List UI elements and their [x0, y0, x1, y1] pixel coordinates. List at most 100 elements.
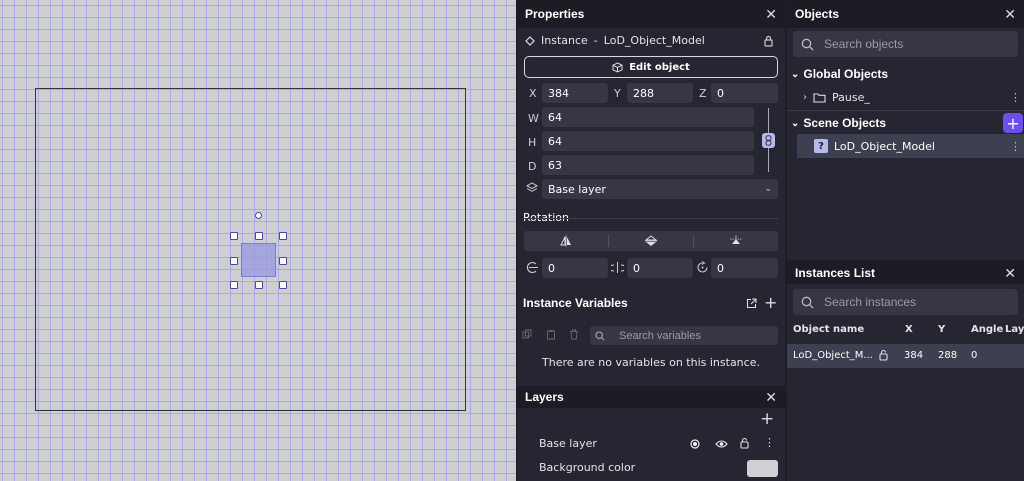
search-variables-input[interactable]: Search variables	[590, 326, 778, 345]
object-item-pause[interactable]: › Pause_	[803, 91, 870, 104]
chevron-down-icon: ⌄	[764, 184, 772, 194]
add-variable-button[interactable]: +	[764, 293, 777, 312]
scene-objects-group[interactable]: ⌄ Scene Objects	[791, 116, 886, 130]
x-field[interactable]: 384	[542, 83, 608, 103]
resize-handle-sw[interactable]	[230, 281, 238, 289]
search-objects-input[interactable]: Search objects	[793, 31, 1018, 57]
column-header-layer[interactable]: Laye	[1005, 324, 1024, 335]
edit-object-button[interactable]: Edit object	[524, 56, 778, 78]
y-field[interactable]: 288	[627, 83, 693, 103]
objects-divider	[787, 110, 1024, 111]
resize-handle-se[interactable]	[279, 281, 287, 289]
resize-handle-e[interactable]	[279, 257, 287, 265]
h-label: H	[528, 136, 537, 149]
object-menu-icon[interactable]: ⋮	[1010, 91, 1021, 104]
resize-handle-w[interactable]	[230, 257, 238, 265]
eye-icon[interactable]	[715, 439, 728, 449]
object-item-lod-model[interactable]: ? LoD_Object_Model	[797, 134, 1024, 158]
properties-title: Properties	[525, 7, 585, 21]
y-label: Y	[614, 87, 621, 100]
trash-icon[interactable]	[569, 329, 579, 340]
resize-handle-nw[interactable]	[230, 232, 238, 240]
instances-list-title: Instances List	[795, 266, 876, 280]
search-variables-placeholder: Search variables	[619, 329, 701, 342]
layers-icon	[526, 182, 538, 194]
rotation-y-field[interactable]: 0	[627, 258, 693, 278]
z-label: Z	[699, 87, 707, 100]
z-field[interactable]: 0	[711, 83, 778, 103]
flip-horizontal-button[interactable]	[524, 235, 609, 247]
layer-select-value: Base layer	[548, 182, 606, 196]
global-objects-label: Global Objects	[803, 67, 889, 81]
flip-depth-button[interactable]	[694, 231, 778, 251]
instance-object-name: LoD_Object_Model	[603, 34, 705, 47]
open-external-icon[interactable]	[746, 298, 757, 309]
add-layer-button[interactable]: +	[760, 409, 774, 429]
layer-name-base[interactable]: Base layer	[539, 437, 597, 450]
search-objects-placeholder: Search objects	[824, 37, 904, 51]
copy-icon[interactable]	[522, 329, 532, 339]
search-instances-placeholder: Search instances	[824, 295, 917, 309]
scene-canvas[interactable]	[0, 0, 516, 481]
instance-heading: Instance - LoD_Object_Model	[525, 34, 705, 47]
close-icon[interactable]: ✕	[765, 389, 777, 406]
chevron-right-icon: ›	[803, 92, 807, 103]
link-icon	[765, 135, 772, 146]
column-header-x[interactable]: X	[905, 324, 913, 335]
object-menu-icon[interactable]: ⋮	[1010, 140, 1021, 153]
instance-variables-title: Instance Variables	[523, 296, 628, 310]
width-field[interactable]: 64	[542, 107, 754, 127]
rotation-divider	[523, 218, 778, 219]
unlock-icon[interactable]	[878, 349, 889, 361]
column-header-name[interactable]: Object name	[793, 324, 864, 335]
flip-horizontal-icon	[559, 235, 573, 247]
height-field[interactable]: 64	[542, 131, 754, 151]
close-icon[interactable]: ✕	[1004, 265, 1016, 282]
unlock-icon[interactable]	[739, 437, 750, 449]
rotate-z-icon	[696, 261, 709, 274]
search-instances-input[interactable]: Search instances	[793, 289, 1018, 315]
rotate-handle[interactable]	[255, 212, 262, 219]
rotation-z-field[interactable]: 0	[711, 258, 778, 278]
lock-icon[interactable]	[763, 35, 774, 47]
keep-ratio-toggle[interactable]	[762, 133, 775, 148]
global-objects-group[interactable]: ⌄ Global Objects	[791, 67, 888, 81]
object-item-label: LoD_Object_Model	[834, 139, 935, 153]
table-row[interactable]: LoD_Object_M... 384 288 0	[787, 344, 1024, 368]
diamond-icon	[525, 35, 535, 46]
layer-select[interactable]: Base layer ⌄	[542, 179, 778, 199]
background-color-label: Background color	[539, 461, 636, 474]
instance-separator: -	[593, 34, 598, 47]
column-header-y[interactable]: Y	[938, 324, 945, 335]
edit-object-label: Edit object	[629, 61, 690, 73]
flip-depth-icon	[729, 235, 743, 247]
instance-variables-panel: Instance Variables + Search variables Th…	[517, 290, 785, 386]
unknown-object-icon: ?	[814, 139, 828, 153]
scene-objects-label: Scene Objects	[803, 116, 887, 130]
selected-instance[interactable]	[241, 243, 276, 277]
background-color-swatch[interactable]	[747, 460, 778, 477]
resize-handle-s[interactable]	[255, 281, 263, 289]
cube-icon	[612, 61, 623, 73]
flip-vertical-button[interactable]	[609, 235, 694, 247]
close-icon[interactable]: ✕	[1004, 6, 1016, 23]
close-icon[interactable]: ✕	[765, 6, 777, 23]
properties-header: Properties ✕	[517, 0, 785, 28]
chevron-down-icon: ⌄	[791, 117, 800, 129]
rotation-x-field[interactable]: 0	[542, 258, 608, 278]
d-label: D	[528, 160, 537, 173]
layer-menu-icon[interactable]: ⋮	[764, 436, 775, 449]
instances-list-header: Instances List ✕	[787, 262, 1024, 284]
search-icon	[801, 38, 824, 51]
radio-selected-icon[interactable]	[690, 439, 700, 449]
no-variables-message: There are no variables on this instance.	[542, 356, 760, 369]
row-y: 288	[938, 350, 958, 361]
instances-list-panel: Instances List ✕ Search instances Object…	[787, 262, 1024, 481]
chevron-down-icon: ⌄	[791, 68, 800, 80]
resize-handle-n[interactable]	[255, 232, 263, 240]
paste-icon[interactable]	[546, 329, 556, 340]
add-object-button[interactable]: +	[1003, 113, 1023, 133]
column-header-angle[interactable]: Angle	[971, 324, 1003, 335]
depth-field[interactable]: 63	[542, 155, 754, 175]
resize-handle-ne[interactable]	[279, 232, 287, 240]
